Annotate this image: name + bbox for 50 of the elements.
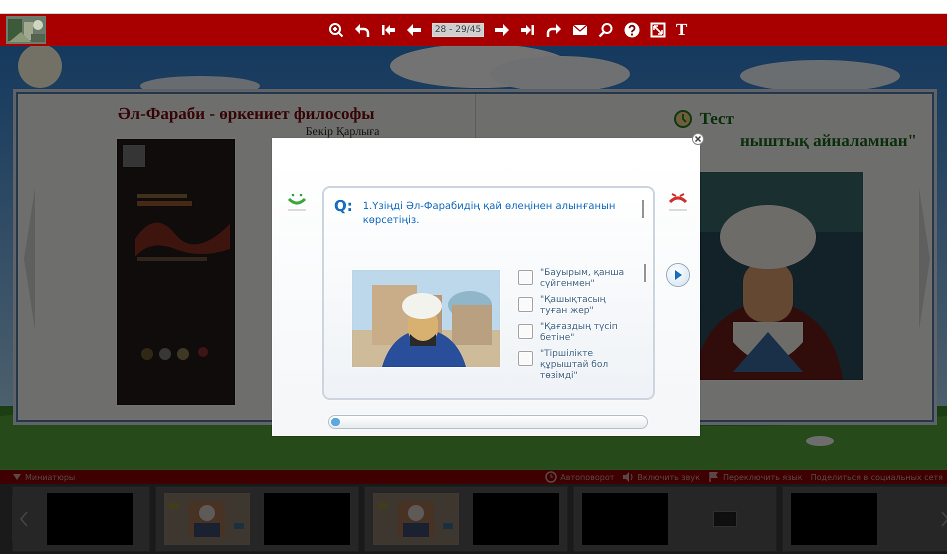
next-page-button[interactable] [494,22,510,38]
page-thumbnail[interactable] [782,486,947,552]
author-name: Бекір Қарлыға [306,124,380,139]
sad-face-icon [666,192,688,212]
question-text: 1.Үзіңді Әл-Фарабидің қай өлеңінен алынғанын көрсетіңіз. [362,200,616,228]
checkbox[interactable] [518,297,533,312]
previous-page-button[interactable] [406,22,422,38]
checkbox[interactable] [518,270,533,285]
answer-option: "Бауырым, қанша сүйгенмен" [540,268,632,290]
page-title: Әл-Фараби - өркениет философы [118,104,375,124]
help-button[interactable] [624,22,640,38]
speaker-icon [622,471,634,483]
thumbnails-toggle[interactable]: Миниатюры [12,472,76,482]
fullscreen-button[interactable] [650,22,666,38]
checkbox[interactable] [518,324,533,339]
next-question-button[interactable] [666,264,688,286]
sun [18,46,62,88]
test-title: ныштық айналамнан" [740,131,917,151]
share-button[interactable]: Поделиться в социальных сетя [810,472,943,482]
answer-option: "Қашықтасың туған жер" [540,295,632,317]
mail-button[interactable] [572,22,588,38]
close-icon[interactable] [692,133,704,145]
sound-button[interactable]: Включить звук [622,471,700,483]
search-button[interactable] [598,22,614,38]
undo-button[interactable] [354,22,370,38]
page-counter-field[interactable]: 28 - 29/45 [432,23,484,37]
flag-icon [708,471,720,483]
last-page-button[interactable] [520,22,536,38]
language-button[interactable]: Переключить язык [708,471,803,483]
happy-face-icon [286,192,308,212]
question-label: Q: [334,197,353,217]
autoturn-button[interactable]: Автоповорот [545,471,614,483]
page-thumbnail[interactable] [573,486,777,552]
redo-button[interactable] [546,22,562,38]
clock-icon [674,110,692,128]
test-heading: Тест [700,109,734,129]
triangle-down-icon [12,472,22,482]
scrollbar[interactable] [642,200,644,218]
page-thumbnail[interactable] [364,486,568,552]
checkbox[interactable] [518,351,533,366]
answer-option: "Тіршілікте құрыштай бол төзімді" [540,349,632,382]
page-thumbnail[interactable] [155,486,359,552]
button-preview [713,511,737,527]
first-page-button[interactable] [380,22,396,38]
scrollbar[interactable] [644,264,646,282]
clock-icon [545,471,558,483]
zoom-in-button[interactable] [328,22,344,38]
text-button[interactable]: T [676,21,688,39]
play-icon [672,269,682,281]
answer-option: "Қағаздың түсіп бетіне" [540,322,632,344]
